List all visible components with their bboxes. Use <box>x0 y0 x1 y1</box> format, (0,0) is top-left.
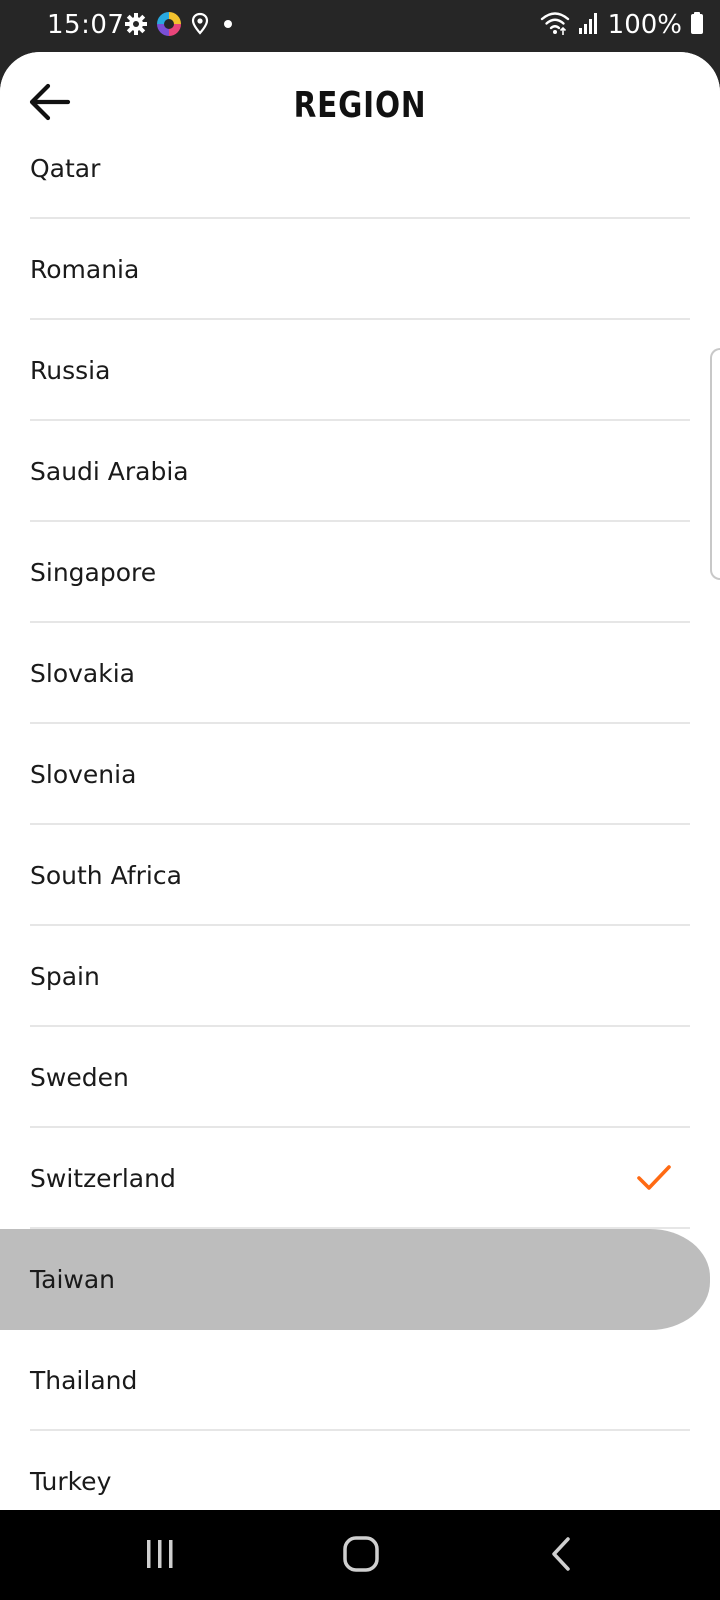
region-item[interactable]: South Africa <box>0 825 720 926</box>
region-item[interactable]: Slovakia <box>0 623 720 724</box>
back-button[interactable] <box>22 80 78 128</box>
battery-icon <box>690 11 704 39</box>
region-item[interactable]: Turkey <box>0 1431 720 1510</box>
region-sheet: REGION Qatar Romania Russia Saudi Arabia Sin… <box>0 52 720 1510</box>
home-icon <box>341 1534 381 1578</box>
region-name: Taiwan <box>30 1265 116 1294</box>
checkmark-icon <box>636 1162 672 1194</box>
dot-icon <box>218 14 236 38</box>
region-name: Thailand <box>30 1366 138 1395</box>
battery-percent: 100% <box>607 10 682 40</box>
region-name: Singapore <box>30 558 157 587</box>
region-item[interactable]: Slovenia <box>0 724 720 825</box>
gear-icon <box>124 12 148 40</box>
status-time: 15:07 <box>47 10 125 40</box>
region-name: Sweden <box>30 1063 129 1092</box>
region-name: Spain <box>30 962 100 991</box>
region-item[interactable]: Spain <box>0 926 720 1027</box>
nav-back-button[interactable] <box>532 1530 592 1582</box>
region-name: Slovakia <box>30 659 135 688</box>
status-icons-right: 100% <box>540 8 704 42</box>
region-item[interactable]: Saudi Arabia <box>0 421 720 522</box>
header: REGION <box>0 52 720 156</box>
region-list: Qatar Romania Russia Saudi Arabia Singapore S… <box>0 118 720 1510</box>
status-icons-left <box>124 12 236 40</box>
region-item[interactable]: Russia <box>0 320 720 421</box>
region-item[interactable]: Thailand <box>0 1330 720 1431</box>
region-name: Switzerland <box>30 1164 176 1193</box>
region-name: Russia <box>30 356 111 385</box>
region-item[interactable]: Taiwan <box>0 1229 710 1330</box>
region-item[interactable]: Romania <box>0 219 720 320</box>
back-icon <box>545 1536 579 1576</box>
recent-apps-icon <box>143 1537 177 1575</box>
wifi-icon <box>540 10 570 40</box>
region-item[interactable]: Switzerland <box>0 1128 720 1229</box>
region-item[interactable]: Singapore <box>0 522 720 623</box>
location-pin-icon <box>190 12 210 40</box>
region-name: Saudi Arabia <box>30 457 189 486</box>
home-button[interactable] <box>331 1530 391 1582</box>
region-name: South Africa <box>30 861 182 890</box>
region-name: Slovenia <box>30 760 137 789</box>
navigation-bar <box>0 1510 720 1600</box>
region-name: Turkey <box>30 1467 112 1496</box>
scrollbar[interactable] <box>710 348 720 580</box>
status-bar: 15:07 100% <box>0 0 720 52</box>
recent-apps-button[interactable] <box>130 1530 190 1582</box>
region-item[interactable]: Sweden <box>0 1027 720 1128</box>
region-name: Romania <box>30 255 140 284</box>
app-badge-icon <box>156 11 182 41</box>
page-title: REGION <box>293 85 427 126</box>
arrow-left-icon <box>28 82 72 126</box>
signal-icon <box>578 11 600 39</box>
